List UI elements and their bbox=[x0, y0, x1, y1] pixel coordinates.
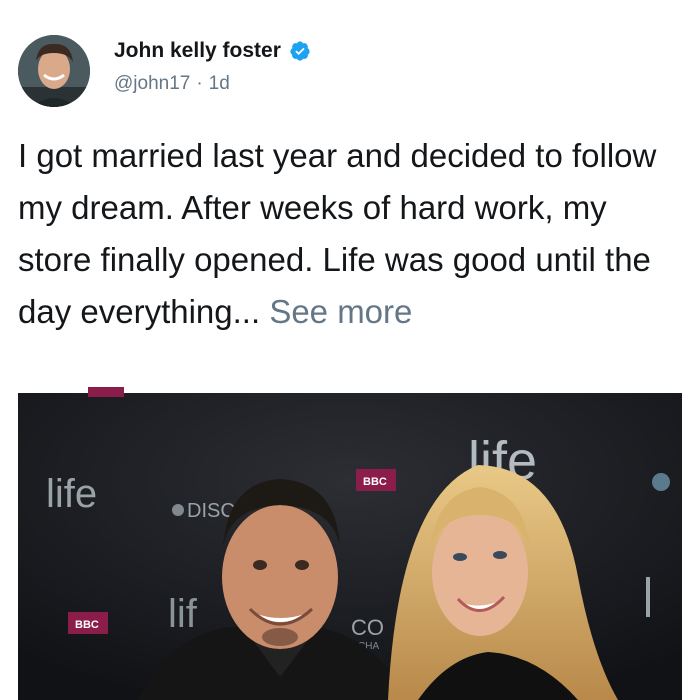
tweet-media-photo[interactable]: life life lif DISC BBC BBC CO CHA bbox=[18, 387, 682, 700]
author-handle[interactable]: @john17 bbox=[114, 73, 190, 95]
backdrop-co: CO bbox=[351, 615, 384, 640]
tweet-header: John kelly foster @john17 · 1d bbox=[18, 35, 678, 115]
verified-badge-icon bbox=[290, 41, 310, 61]
tweet-text: I got married last year and decided to f… bbox=[18, 130, 678, 338]
author-avatar[interactable] bbox=[18, 35, 90, 107]
backdrop-life-1: life bbox=[46, 472, 97, 516]
name-row: John kelly foster bbox=[114, 39, 311, 63]
see-more-link[interactable]: See more bbox=[269, 293, 412, 330]
avatar-photo-icon bbox=[18, 35, 90, 107]
backdrop-bbc-1: BBC bbox=[363, 476, 387, 488]
backdrop-disc: DISC bbox=[187, 500, 235, 522]
backdrop-life-3: lif bbox=[168, 592, 198, 636]
author-display-name[interactable]: John kelly foster bbox=[114, 39, 281, 63]
backdrop-bbc-2: BBC bbox=[75, 619, 99, 631]
event-photo: life life lif DISC BBC BBC CO CHA bbox=[18, 387, 682, 700]
tweet-timestamp[interactable]: 1d bbox=[209, 73, 230, 95]
handle-row: @john17 · 1d bbox=[114, 73, 230, 95]
time-separator: · bbox=[196, 73, 203, 94]
